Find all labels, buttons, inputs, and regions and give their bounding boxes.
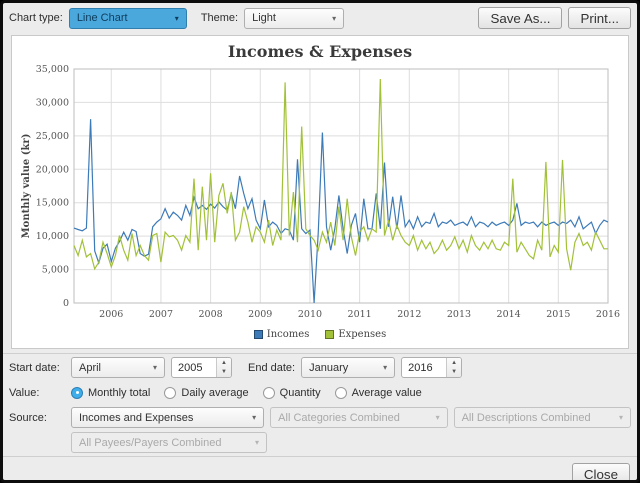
svg-text:2014: 2014: [497, 309, 521, 320]
spin-down-icon[interactable]: ▼: [447, 368, 461, 378]
chevron-down-icon: ▾: [383, 363, 387, 372]
end-year-spinner[interactable]: 2016 ▲ ▼: [401, 357, 462, 378]
chart-title: Incomes & Expenses: [16, 40, 624, 63]
chevron-down-icon: ▾: [175, 14, 179, 23]
svg-text:10,000: 10,000: [36, 231, 69, 242]
categories-select: All Categories Combined ▾: [270, 407, 447, 428]
descriptions-select: All Descriptions Combined ▾: [454, 407, 631, 428]
chevron-down-icon: ▾: [252, 413, 256, 422]
svg-text:Monthly value (kr): Monthly value (kr): [21, 134, 32, 239]
radio-quantity[interactable]: Quantity: [263, 387, 321, 399]
svg-text:2010: 2010: [298, 309, 322, 320]
svg-text:2013: 2013: [447, 309, 471, 320]
end-month-select[interactable]: January ▾: [301, 357, 395, 378]
chart-type-select[interactable]: Line Chart ▾: [69, 8, 187, 29]
chart-svg: 0 5,000 10,000 15,000 20,000 25,000 30,000 35,0…: [16, 63, 622, 327]
chart-panel: Incomes & Expenses 0 5,000 10,000 15,000 20,…: [11, 35, 629, 349]
incomes-swatch: [254, 330, 263, 339]
theme-select[interactable]: Light ▾: [244, 8, 344, 29]
end-date-label: End date:: [248, 362, 295, 374]
source-row: Source: Incomes and Expenses ▾ All Categ…: [3, 405, 637, 430]
chart-legend: Incomes Expenses: [16, 327, 624, 342]
svg-text:2011: 2011: [348, 309, 372, 320]
svg-text:35,000: 35,000: [36, 64, 69, 75]
source-value: Incomes and Expenses: [79, 412, 193, 424]
radio-average-value[interactable]: Average value: [335, 387, 422, 399]
source-label: Source:: [9, 412, 65, 424]
svg-text:30,000: 30,000: [36, 97, 69, 108]
chevron-down-icon: ▾: [619, 413, 623, 422]
svg-text:2016: 2016: [596, 309, 620, 320]
legend-label-incomes: Incomes: [267, 329, 310, 340]
svg-text:2009: 2009: [248, 309, 272, 320]
start-year-spinner[interactable]: 2005 ▲ ▼: [171, 357, 232, 378]
close-button[interactable]: Close: [572, 463, 630, 483]
source-select[interactable]: Incomes and Expenses ▾: [71, 407, 264, 428]
spin-down-icon[interactable]: ▼: [217, 368, 231, 378]
end-year-value[interactable]: 2016: [402, 358, 446, 377]
toolbar: Chart type: Line Chart ▾ Theme: Light ▾ …: [3, 3, 637, 33]
close-row: Close: [3, 458, 637, 483]
svg-text:5,000: 5,000: [42, 265, 69, 276]
svg-text:2015: 2015: [546, 309, 570, 320]
radio-monthly-total[interactable]: Monthly total: [71, 387, 150, 399]
print-button[interactable]: Print...: [568, 7, 631, 29]
separator: [3, 456, 637, 457]
radio-label: Quantity: [280, 387, 321, 399]
legend-item-incomes: Incomes: [254, 329, 310, 340]
radio-label: Average value: [352, 387, 422, 399]
chart-type-label: Chart type:: [9, 12, 63, 24]
svg-text:2012: 2012: [397, 309, 421, 320]
radio-daily-average[interactable]: Daily average: [164, 387, 248, 399]
theme-label: Theme:: [201, 12, 238, 24]
date-range-row: Start date: April ▾ 2005 ▲ ▼ End date: J…: [3, 355, 637, 380]
payees-value: All Payees/Payers Combined: [79, 437, 221, 449]
legend-item-expenses: Expenses: [325, 329, 386, 340]
svg-text:2008: 2008: [199, 309, 223, 320]
spin-up-icon[interactable]: ▲: [217, 358, 231, 368]
chart-type-value: Line Chart: [77, 12, 128, 24]
chevron-down-icon: ▾: [255, 438, 259, 447]
spin-up-icon[interactable]: ▲: [447, 358, 461, 368]
value-row: Value: Monthly total Daily average Quant…: [3, 380, 637, 405]
separator: [3, 353, 637, 354]
chart-plot-area: 0 5,000 10,000 15,000 20,000 25,000 30,000 35,0…: [16, 63, 624, 327]
chevron-down-icon: ▾: [436, 413, 440, 422]
svg-text:0: 0: [63, 298, 69, 309]
radio-button-icon[interactable]: [263, 387, 275, 399]
radio-label: Daily average: [181, 387, 248, 399]
start-month-select[interactable]: April ▾: [71, 357, 165, 378]
end-month-value: January: [309, 362, 348, 374]
svg-text:25,000: 25,000: [36, 131, 69, 142]
save-as-button[interactable]: Save As...: [478, 7, 562, 29]
chart-window: Chart type: Line Chart ▾ Theme: Light ▾ …: [0, 0, 640, 483]
start-date-label: Start date:: [9, 362, 65, 374]
start-month-value: April: [79, 362, 101, 374]
radio-label: Monthly total: [88, 387, 150, 399]
svg-text:20,000: 20,000: [36, 164, 69, 175]
chevron-down-icon: ▾: [153, 363, 157, 372]
radio-button-icon[interactable]: [164, 387, 176, 399]
start-year-value[interactable]: 2005: [172, 358, 216, 377]
svg-text:15,000: 15,000: [36, 198, 69, 209]
svg-text:2007: 2007: [149, 309, 173, 320]
payees-row: All Payees/Payers Combined ▾: [3, 430, 637, 455]
categories-value: All Categories Combined: [278, 412, 400, 424]
radio-button-icon[interactable]: [335, 387, 347, 399]
chevron-down-icon: ▾: [332, 14, 336, 23]
theme-value: Light: [252, 12, 276, 24]
value-label: Value:: [9, 387, 65, 399]
descriptions-value: All Descriptions Combined: [462, 412, 591, 424]
legend-label-expenses: Expenses: [338, 329, 386, 340]
svg-text:2006: 2006: [99, 309, 123, 320]
radio-button-icon[interactable]: [71, 387, 83, 399]
payees-select: All Payees/Payers Combined ▾: [71, 432, 267, 453]
expenses-swatch: [325, 330, 334, 339]
